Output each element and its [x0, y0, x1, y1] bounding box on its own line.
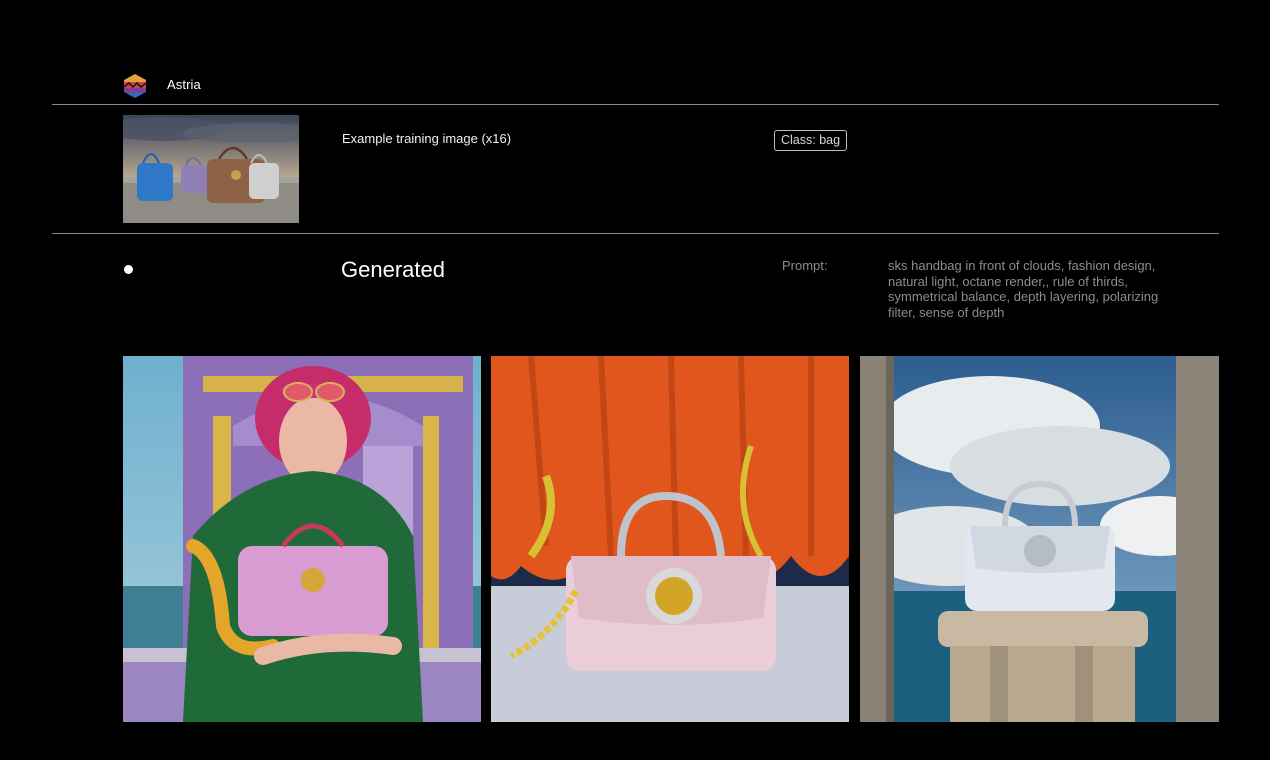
- training-image-thumbnail[interactable]: [123, 115, 299, 223]
- generated-section-title: Generated: [341, 257, 445, 282]
- generated-image-bag-under-drapery[interactable]: [491, 356, 849, 722]
- prompt-text: sks handbag in front of clouds, fashion …: [888, 258, 1159, 320]
- generated-image-bag-on-pedestal[interactable]: [860, 356, 1219, 722]
- class-badge: Class: bag: [774, 130, 848, 151]
- section-divider: [52, 233, 1219, 234]
- generated-image-woman-with-bag[interactable]: [123, 356, 481, 722]
- brand-name[interactable]: Astria: [167, 77, 201, 92]
- bullet-icon: [124, 265, 133, 274]
- training-image-label: Example training image (x16): [342, 131, 512, 146]
- astria-logo-icon[interactable]: [122, 73, 148, 99]
- header-divider: [52, 104, 1219, 105]
- prompt-label: Prompt:: [782, 258, 828, 273]
